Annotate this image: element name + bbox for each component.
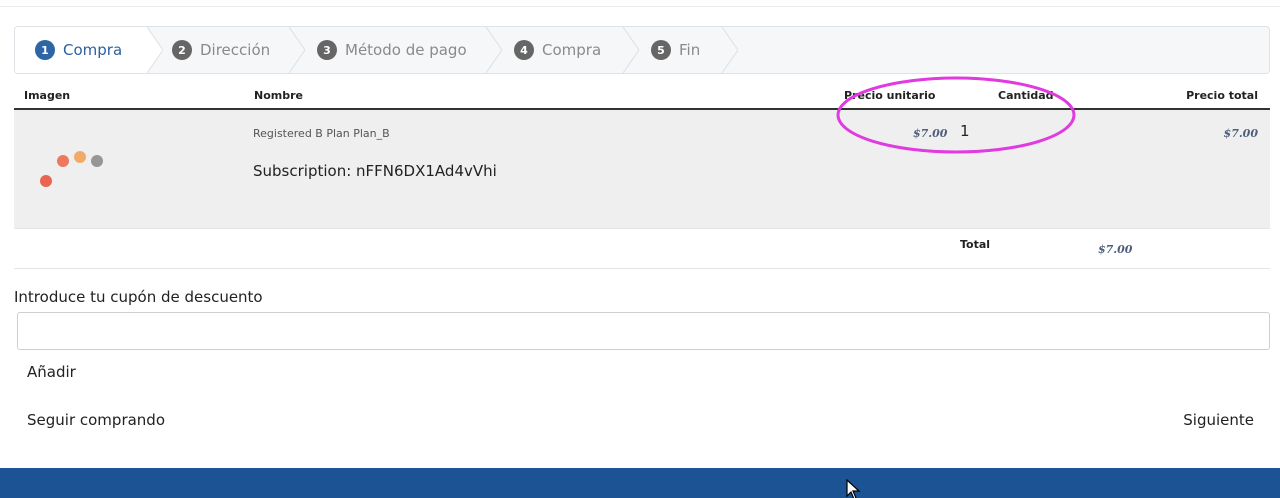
step-metodo-pago[interactable]: 3 Método de pago — [317, 27, 467, 73]
step-separator-icon — [721, 27, 738, 73]
step-fin[interactable]: 5 Fin — [651, 27, 700, 73]
total-value: $7.00 — [1098, 243, 1133, 256]
header-precio-unitario: Precio unitario — [844, 89, 936, 102]
step-number-badge: 3 — [317, 40, 337, 60]
footer-bar — [0, 468, 1280, 498]
top-divider — [0, 6, 1280, 7]
continue-shopping-button[interactable]: Seguir comprando — [27, 411, 165, 429]
step-separator-icon — [143, 27, 163, 73]
step-separator-icon — [485, 27, 502, 73]
next-button[interactable]: Siguiente — [1183, 411, 1254, 429]
coupon-input[interactable] — [17, 312, 1270, 350]
step-number-badge: 1 — [35, 40, 55, 60]
product-subscription: Subscription: nFFN6DX1Ad4vVhi — [253, 162, 497, 180]
step-compra[interactable]: 1 Compra — [35, 27, 122, 73]
step-direccion[interactable]: 2 Dirección — [172, 27, 270, 73]
step-separator-icon — [288, 27, 305, 73]
step-compra-2[interactable]: 4 Compra — [514, 27, 601, 73]
header-nombre: Nombre — [254, 89, 303, 102]
step-separator-icon — [622, 27, 639, 73]
step-label: Compra — [63, 41, 123, 59]
step-number-badge: 4 — [514, 40, 534, 60]
step-label: Método de pago — [345, 41, 467, 59]
header-cantidad: Cantidad — [998, 89, 1054, 102]
row-total-price: $7.00 — [1223, 127, 1258, 140]
step-label: Fin — [679, 41, 701, 59]
step-label: Dirección — [200, 41, 271, 59]
product-logo-icon — [40, 151, 103, 187]
header-imagen: Imagen — [24, 89, 71, 102]
mouse-cursor-icon — [846, 479, 861, 498]
quantity-value: 1 — [960, 122, 970, 140]
step-number-badge: 5 — [651, 40, 671, 60]
header-precio-total: Precio total — [1186, 89, 1258, 102]
coupon-label: Introduce tu cupón de descuento — [14, 288, 263, 306]
total-label: Total — [960, 238, 991, 251]
unit-price: $7.00 — [913, 127, 948, 140]
total-row: Total $7.00 — [14, 228, 1270, 269]
add-coupon-button[interactable]: Añadir — [27, 363, 76, 381]
checkout-steps: 1 Compra 2 Dirección 3 Método de pago 4 … — [14, 26, 1270, 74]
table-row: Registered B Plan Plan_B Subscription: n… — [14, 110, 1270, 228]
step-label: Compra — [542, 41, 602, 59]
cart-table-header: Imagen Nombre Precio unitario Cantidad P… — [14, 84, 1270, 110]
product-plan-name: Registered B Plan Plan_B — [253, 127, 390, 140]
step-number-badge: 2 — [172, 40, 192, 60]
